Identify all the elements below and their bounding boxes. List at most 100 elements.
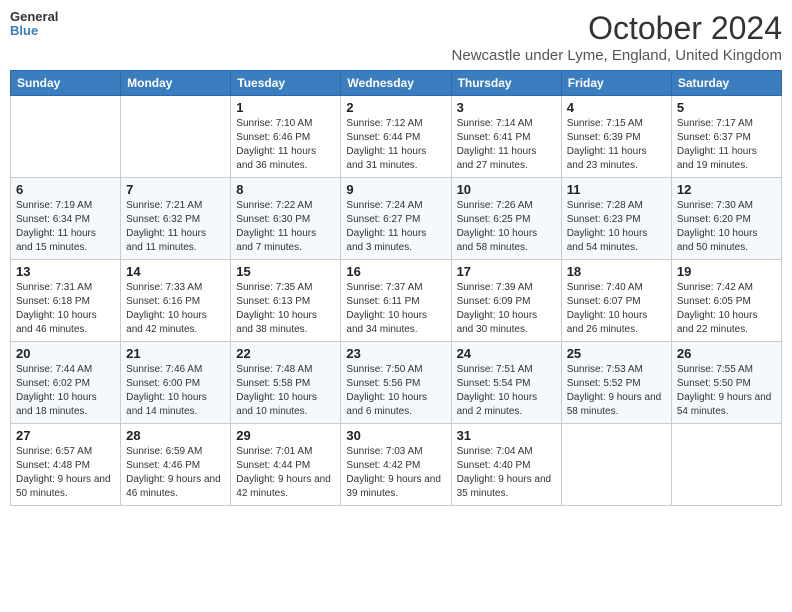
day-number: 8: [236, 182, 335, 197]
day-number: 26: [677, 346, 776, 361]
day-info: Sunrise: 7:19 AM Sunset: 6:34 PM Dayligh…: [16, 199, 115, 255]
day-number: 29: [236, 428, 335, 443]
day-header-wednesday: Wednesday: [341, 71, 451, 96]
logo: General Blue: [10, 10, 58, 39]
day-info: Sunrise: 7:26 AM Sunset: 6:25 PM Dayligh…: [457, 199, 556, 255]
subtitle: Newcastle under Lyme, England, United Ki…: [452, 47, 782, 64]
day-info: Sunrise: 7:15 AM Sunset: 6:39 PM Dayligh…: [567, 117, 666, 173]
day-number: 22: [236, 346, 335, 361]
day-header-saturday: Saturday: [671, 71, 781, 96]
page-header: General Blue October 2024 Newcastle unde…: [10, 10, 782, 64]
day-info: Sunrise: 7:51 AM Sunset: 5:54 PM Dayligh…: [457, 363, 556, 419]
calendar-cell: 4 Sunrise: 7:15 AM Sunset: 6:39 PM Daylig…: [561, 96, 671, 178]
day-number: 23: [346, 346, 445, 361]
day-info: Sunrise: 7:40 AM Sunset: 6:07 PM Dayligh…: [567, 281, 666, 337]
day-number: 27: [16, 428, 115, 443]
calendar-cell: 31 Sunrise: 7:04 AM Sunset: 4:40 PM Dayli…: [451, 424, 561, 506]
day-number: 14: [126, 264, 225, 279]
main-title: October 2024: [452, 10, 782, 47]
calendar-cell: 25Sunrise: 7:53 AM Sunset: 5:52 PM Dayli…: [561, 342, 671, 424]
day-number: 15: [236, 264, 335, 279]
day-info: Sunrise: 7:30 AM Sunset: 6:20 PM Dayligh…: [677, 199, 776, 255]
calendar-week-1: 1Sunrise: 7:10 AM Sunset: 6:46 PM Daylig…: [11, 96, 782, 178]
day-info: Sunrise: 7:50 AM Sunset: 5:56 PM Dayligh…: [346, 363, 445, 419]
day-number: 10: [457, 182, 556, 197]
day-header-thursday: Thursday: [451, 71, 561, 96]
day-number: 18: [567, 264, 666, 279]
calendar-week-2: 6Sunrise: 7:19 AM Sunset: 6:34 PM Daylig…: [11, 178, 782, 260]
day-number: 4: [567, 100, 666, 115]
day-header-sunday: Sunday: [11, 71, 121, 96]
calendar-cell: 17Sunrise: 7:39 AM Sunset: 6:09 PM Dayli…: [451, 260, 561, 342]
day-info: Sunrise: 7:42 AM Sunset: 6:05 PM Dayligh…: [677, 281, 776, 337]
day-info: Sunrise: 7:37 AM Sunset: 6:11 PM Dayligh…: [346, 281, 445, 337]
day-info: Sunrise: 7:35 AM Sunset: 6:13 PM Dayligh…: [236, 281, 335, 337]
day-info: Sunrise: 7:28 AM Sunset: 6:23 PM Dayligh…: [567, 199, 666, 255]
day-number: 20: [16, 346, 115, 361]
calendar-cell: [561, 424, 671, 506]
day-info: Sunrise: 7:55 AM Sunset: 5:50 PM Dayligh…: [677, 363, 776, 419]
day-number: 12: [677, 182, 776, 197]
day-header-monday: Monday: [121, 71, 231, 96]
calendar-cell: [671, 424, 781, 506]
day-info: Sunrise: 7:17 AM Sunset: 6:37 PM Dayligh…: [677, 117, 776, 173]
day-number: 17: [457, 264, 556, 279]
calendar-cell: 7Sunrise: 7:21 AM Sunset: 6:32 PM Daylig…: [121, 178, 231, 260]
day-info: Sunrise: 7:46 AM Sunset: 6:00 PM Dayligh…: [126, 363, 225, 419]
calendar-cell: 30Sunrise: 7:03 AM Sunset: 4:42 PM Dayli…: [341, 424, 451, 506]
calendar-cell: 16 Sunrise: 7:37 AM Sunset: 6:11 PM Dayli…: [341, 260, 451, 342]
day-number: 24: [457, 346, 556, 361]
day-info: Sunrise: 7:03 AM Sunset: 4:42 PM Dayligh…: [346, 445, 445, 501]
day-number: 7: [126, 182, 225, 197]
calendar-cell: 24 Sunrise: 7:51 AM Sunset: 5:54 PM Dayli…: [451, 342, 561, 424]
day-header-friday: Friday: [561, 71, 671, 96]
calendar-cell: 11 Sunrise: 7:28 AM Sunset: 6:23 PM Dayli…: [561, 178, 671, 260]
day-info: Sunrise: 7:14 AM Sunset: 6:41 PM Dayligh…: [457, 117, 556, 173]
calendar-week-4: 20 Sunrise: 7:44 AM Sunset: 6:02 PM Dayli…: [11, 342, 782, 424]
calendar-cell: 27 Sunrise: 6:57 AM Sunset: 4:48 PM Dayli…: [11, 424, 121, 506]
day-info: Sunrise: 7:24 AM Sunset: 6:27 PM Dayligh…: [346, 199, 445, 255]
calendar-cell: [11, 96, 121, 178]
calendar-cell: [121, 96, 231, 178]
day-number: 2: [346, 100, 445, 115]
calendar-week-3: 13Sunrise: 7:31 AM Sunset: 6:18 PM Dayli…: [11, 260, 782, 342]
calendar-cell: 2 Sunrise: 7:12 AM Sunset: 6:44 PM Daylig…: [341, 96, 451, 178]
calendar-cell: 18 Sunrise: 7:40 AM Sunset: 6:07 PM Dayli…: [561, 260, 671, 342]
day-info: Sunrise: 7:01 AM Sunset: 4:44 PM Dayligh…: [236, 445, 335, 501]
day-info: Sunrise: 7:12 AM Sunset: 6:44 PM Dayligh…: [346, 117, 445, 173]
day-info: Sunrise: 6:57 AM Sunset: 4:48 PM Dayligh…: [16, 445, 115, 501]
day-number: 21: [126, 346, 225, 361]
calendar-cell: 29 Sunrise: 7:01 AM Sunset: 4:44 PM Dayli…: [231, 424, 341, 506]
calendar-cell: 20 Sunrise: 7:44 AM Sunset: 6:02 PM Dayli…: [11, 342, 121, 424]
day-info: Sunrise: 7:33 AM Sunset: 6:16 PM Dayligh…: [126, 281, 225, 337]
day-number: 16: [346, 264, 445, 279]
day-info: Sunrise: 7:10 AM Sunset: 6:46 PM Dayligh…: [236, 117, 335, 173]
day-number: 11: [567, 182, 666, 197]
day-number: 9: [346, 182, 445, 197]
day-info: Sunrise: 7:53 AM Sunset: 5:52 PM Dayligh…: [567, 363, 666, 419]
calendar-week-5: 27 Sunrise: 6:57 AM Sunset: 4:48 PM Dayli…: [11, 424, 782, 506]
day-info: Sunrise: 7:31 AM Sunset: 6:18 PM Dayligh…: [16, 281, 115, 337]
day-number: 3: [457, 100, 556, 115]
day-info: Sunrise: 6:59 AM Sunset: 4:46 PM Dayligh…: [126, 445, 225, 501]
calendar-cell: 12 Sunrise: 7:30 AM Sunset: 6:20 PM Dayli…: [671, 178, 781, 260]
day-number: 5: [677, 100, 776, 115]
day-info: Sunrise: 7:44 AM Sunset: 6:02 PM Dayligh…: [16, 363, 115, 419]
day-number: 19: [677, 264, 776, 279]
calendar-cell: 14 Sunrise: 7:33 AM Sunset: 6:16 PM Dayli…: [121, 260, 231, 342]
day-info: Sunrise: 7:04 AM Sunset: 4:40 PM Dayligh…: [457, 445, 556, 501]
calendar-cell: 13Sunrise: 7:31 AM Sunset: 6:18 PM Dayli…: [11, 260, 121, 342]
logo-blue: Blue: [10, 24, 58, 38]
calendar-cell: 3 Sunrise: 7:14 AM Sunset: 6:41 PM Daylig…: [451, 96, 561, 178]
logo-general: General: [10, 10, 58, 24]
calendar-cell: 15 Sunrise: 7:35 AM Sunset: 6:13 PM Dayli…: [231, 260, 341, 342]
calendar-header-row: SundayMondayTuesdayWednesdayThursdayFrid…: [11, 71, 782, 96]
calendar-cell: 21 Sunrise: 7:46 AM Sunset: 6:00 PM Dayli…: [121, 342, 231, 424]
day-number: 28: [126, 428, 225, 443]
calendar-cell: 23 Sunrise: 7:50 AM Sunset: 5:56 PM Dayli…: [341, 342, 451, 424]
calendar-cell: 26 Sunrise: 7:55 AM Sunset: 5:50 PM Dayli…: [671, 342, 781, 424]
calendar-cell: 19 Sunrise: 7:42 AM Sunset: 6:05 PM Dayli…: [671, 260, 781, 342]
calendar-cell: 28 Sunrise: 6:59 AM Sunset: 4:46 PM Dayli…: [121, 424, 231, 506]
calendar-cell: 22Sunrise: 7:48 AM Sunset: 5:58 PM Dayli…: [231, 342, 341, 424]
day-number: 31: [457, 428, 556, 443]
